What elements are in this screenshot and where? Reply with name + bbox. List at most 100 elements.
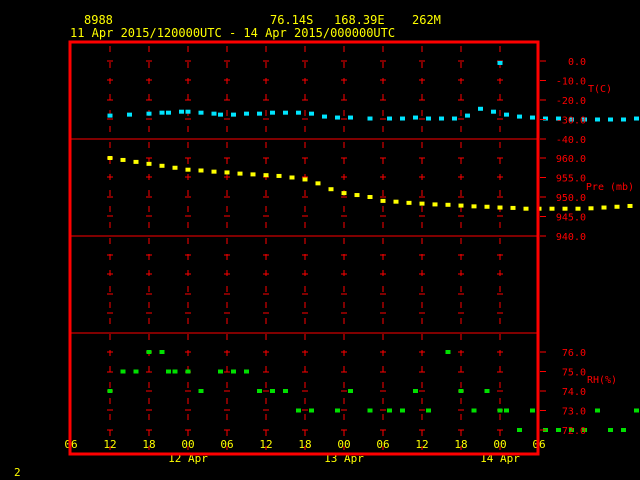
data-point: [270, 110, 275, 115]
data-point: [211, 111, 217, 116]
data-point: [322, 114, 327, 119]
data-point: [146, 111, 152, 116]
data-point: [439, 116, 444, 121]
data-point: [426, 408, 431, 413]
data-point: [484, 389, 490, 393]
data-point: [309, 111, 314, 116]
data-point: [601, 205, 607, 210]
data-point: [185, 109, 191, 114]
data-point: [159, 163, 165, 168]
data-point: [471, 408, 477, 413]
data-point: [335, 408, 340, 413]
data-point: [458, 203, 464, 208]
x-tick-label: 18: [298, 438, 311, 451]
y-tick-label: 945.0: [556, 213, 586, 224]
data-point: [120, 369, 126, 374]
data-point: [517, 428, 522, 432]
data-point: [432, 202, 438, 207]
data-point: [185, 167, 191, 172]
y-tick-label: 75.0: [562, 368, 586, 379]
data-point: [426, 116, 431, 121]
data-point: [166, 110, 171, 115]
data-point: [497, 60, 503, 65]
y-tick-label: 955.0: [556, 174, 586, 185]
data-point: [367, 116, 373, 121]
data-point: [595, 117, 600, 122]
x-tick-label: 00: [181, 438, 194, 451]
data-point: [445, 202, 451, 207]
data-point: [198, 168, 204, 173]
data-point: [588, 206, 594, 211]
data-point: [517, 114, 522, 119]
y-axis-label: T(C): [588, 84, 612, 95]
data-point: [387, 408, 392, 413]
x-tick-label: 06: [376, 438, 389, 451]
data-point: [452, 116, 457, 121]
data-point: [348, 389, 353, 393]
y-tick-label: 73.0: [562, 407, 586, 418]
data-point: [634, 116, 639, 121]
data-point: [458, 389, 464, 393]
data-point: [198, 389, 204, 393]
data-point: [627, 203, 633, 208]
data-point: [302, 177, 308, 182]
data-point: [510, 205, 516, 210]
y-axis-label: Pre (mb): [586, 182, 634, 193]
data-point: [296, 408, 301, 413]
data-point: [523, 206, 529, 211]
data-point: [413, 115, 418, 120]
data-point: [146, 161, 152, 166]
data-point: [120, 157, 126, 162]
data-point: [406, 200, 412, 205]
data-point: [276, 173, 282, 178]
data-point: [575, 206, 581, 211]
data-point: [562, 206, 568, 211]
data-point: [296, 110, 301, 115]
chart-frame: [68, 40, 540, 456]
data-point: [237, 171, 243, 176]
data-point: [497, 408, 503, 413]
data-point: [218, 369, 223, 374]
data-point: [107, 156, 113, 160]
data-point: [608, 428, 613, 432]
data-point: [198, 110, 204, 115]
data-point: [341, 191, 347, 196]
y-tick-label: 0.0: [568, 57, 586, 68]
data-point: [484, 204, 490, 209]
data-point: [309, 408, 314, 413]
data-point: [556, 428, 561, 432]
data-point: [231, 112, 236, 117]
y-tick-label: -20.0: [556, 96, 586, 107]
data-point: [244, 111, 249, 116]
data-point: [263, 173, 269, 178]
y-tick-label: -30.0: [556, 116, 586, 127]
data-point: [328, 187, 334, 192]
data-point: [465, 113, 470, 118]
data-point: [159, 350, 165, 354]
data-point: [595, 408, 600, 413]
data-point: [608, 117, 613, 122]
x-tick-label: 12: [103, 438, 116, 451]
data-point: [400, 408, 405, 413]
data-point: [348, 115, 353, 120]
data-point: [621, 428, 626, 432]
data-point: [133, 159, 139, 164]
data-point: [107, 389, 113, 393]
data-point: [211, 169, 217, 174]
data-point: [224, 170, 230, 175]
data-point: [250, 172, 256, 177]
data-point: [530, 408, 535, 413]
data-point: [107, 113, 113, 118]
data-point: [549, 206, 555, 211]
data-point: [283, 110, 288, 115]
data-point: [367, 195, 373, 199]
y-tick-label: 72.0: [562, 426, 586, 437]
y-axis-label: RH(%): [587, 375, 617, 386]
data-point: [354, 193, 360, 198]
data-point: [387, 116, 392, 121]
data-point: [231, 369, 236, 374]
data-point: [445, 350, 451, 354]
x-tick-label: 12: [415, 438, 428, 451]
data-point: [614, 204, 620, 209]
data-point: [257, 389, 262, 393]
